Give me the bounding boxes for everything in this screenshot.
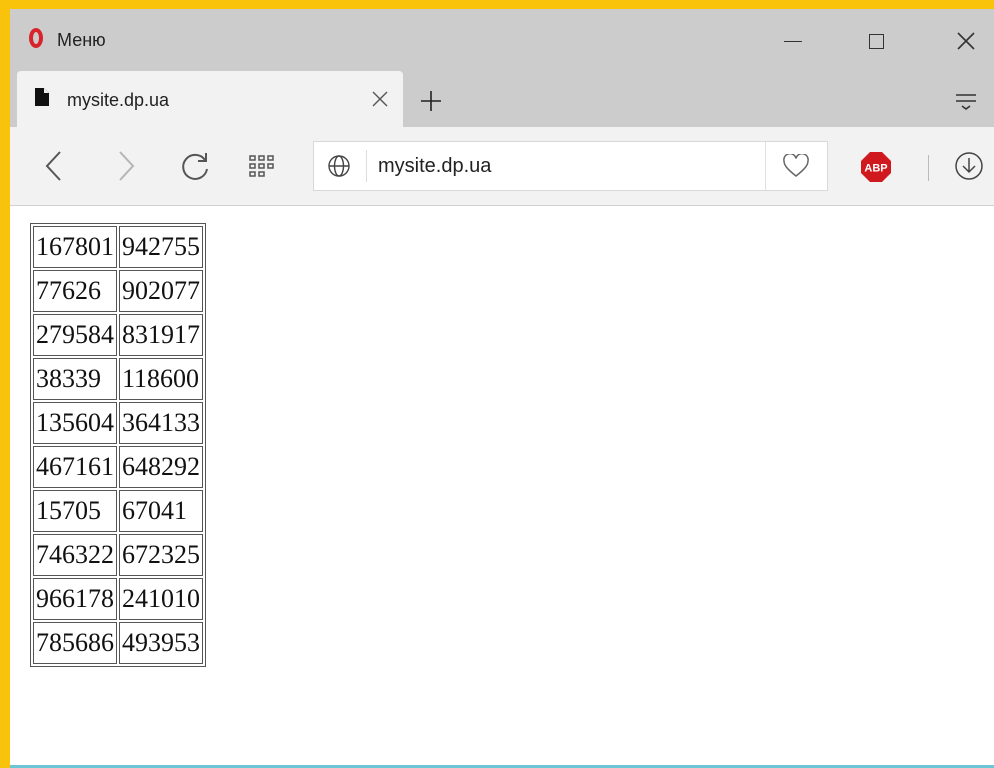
table-cell: 672325 bbox=[119, 534, 203, 576]
file-icon bbox=[35, 88, 49, 106]
navigation-toolbar: ABP bbox=[10, 127, 994, 206]
menu-label[interactable]: Меню bbox=[57, 30, 106, 51]
table-row: 785686 493953 bbox=[33, 622, 203, 664]
back-icon bbox=[45, 151, 61, 181]
address-separator-right bbox=[765, 142, 766, 190]
table-cell: 902077 bbox=[119, 270, 203, 312]
back-button[interactable] bbox=[34, 146, 74, 186]
adblock-label: ABP bbox=[864, 163, 887, 175]
table-cell: 831917 bbox=[119, 314, 203, 356]
table-cell: 135604 bbox=[33, 402, 117, 444]
minimize-button[interactable] bbox=[773, 23, 813, 59]
speed-dial-icon bbox=[249, 155, 274, 177]
window-frame-left bbox=[0, 0, 10, 768]
window-frame-top bbox=[0, 0, 994, 9]
table-cell: 648292 bbox=[119, 446, 203, 488]
reload-button[interactable] bbox=[175, 146, 215, 186]
table-row: 135604 364133 bbox=[33, 402, 203, 444]
close-window-button[interactable] bbox=[946, 23, 986, 59]
numbers-table: 167801 942755 77626 902077 279584 831917 38339… bbox=[30, 223, 206, 667]
table-row: 279584 831917 bbox=[33, 314, 203, 356]
table-cell: 942755 bbox=[119, 226, 203, 268]
table-cell: 467161 bbox=[33, 446, 117, 488]
tab-active[interactable]: mysite.dp.ua bbox=[17, 71, 403, 127]
heart-icon bbox=[783, 154, 809, 177]
address-separator bbox=[366, 150, 367, 182]
new-tab-button[interactable] bbox=[413, 83, 449, 119]
table-cell: 746322 bbox=[33, 534, 117, 576]
page-content: 167801 942755 77626 902077 279584 831917 38339… bbox=[10, 206, 994, 768]
reload-icon bbox=[182, 153, 208, 180]
forward-button[interactable] bbox=[106, 146, 146, 186]
table-cell: 67041 bbox=[119, 490, 203, 532]
table-row: 467161 648292 bbox=[33, 446, 203, 488]
maximize-button[interactable] bbox=[856, 23, 896, 59]
tab-menu-button[interactable] bbox=[948, 83, 984, 119]
speed-dial-button[interactable] bbox=[242, 146, 282, 186]
toolbar-separator bbox=[928, 155, 929, 181]
table-cell: 118600 bbox=[119, 358, 203, 400]
table-cell: 167801 bbox=[33, 226, 117, 268]
table-cell: 493953 bbox=[119, 622, 203, 664]
browser-window: Меню mysite.dp.ua mysite.dp.ua ABP 16780… bbox=[10, 9, 994, 768]
tab-close-button[interactable] bbox=[366, 85, 394, 113]
table-row: 966178 241010 bbox=[33, 578, 203, 620]
address-bar[interactable] bbox=[313, 141, 828, 191]
table-row: 38339 118600 bbox=[33, 358, 203, 400]
plus-icon bbox=[421, 91, 441, 111]
tab-menu-icon bbox=[956, 94, 976, 110]
opera-logo-icon[interactable] bbox=[29, 28, 43, 48]
table-cell: 241010 bbox=[119, 578, 203, 620]
table-cell: 279584 bbox=[33, 314, 117, 356]
table-row: 15705 67041 bbox=[33, 490, 203, 532]
adblock-button[interactable]: ABP bbox=[860, 151, 892, 183]
download-icon bbox=[955, 152, 983, 180]
table-cell: 38339 bbox=[33, 358, 117, 400]
table-row: 167801 942755 bbox=[33, 226, 203, 268]
table-cell: 364133 bbox=[119, 402, 203, 444]
table-row: 746322 672325 bbox=[33, 534, 203, 576]
title-bar[interactable]: Меню bbox=[10, 9, 994, 71]
table-cell: 77626 bbox=[33, 270, 117, 312]
table-cell: 966178 bbox=[33, 578, 117, 620]
table-cell: 785686 bbox=[33, 622, 117, 664]
tab-close-icon bbox=[372, 91, 388, 107]
maximize-icon bbox=[868, 33, 884, 49]
adblock-icon: ABP bbox=[861, 152, 891, 182]
table-cell: 15705 bbox=[33, 490, 117, 532]
close-icon bbox=[957, 32, 975, 50]
bookmark-button[interactable] bbox=[776, 150, 816, 182]
tab-title: mysite.dp.ua bbox=[67, 90, 170, 110]
download-button[interactable] bbox=[952, 149, 986, 183]
globe-icon[interactable] bbox=[326, 153, 352, 179]
tab-strip: mysite.dp.ua bbox=[10, 71, 994, 127]
table-row: 77626 902077 bbox=[33, 270, 203, 312]
url-input[interactable] bbox=[378, 142, 758, 190]
forward-icon bbox=[119, 151, 135, 181]
minimize-icon bbox=[784, 40, 802, 42]
